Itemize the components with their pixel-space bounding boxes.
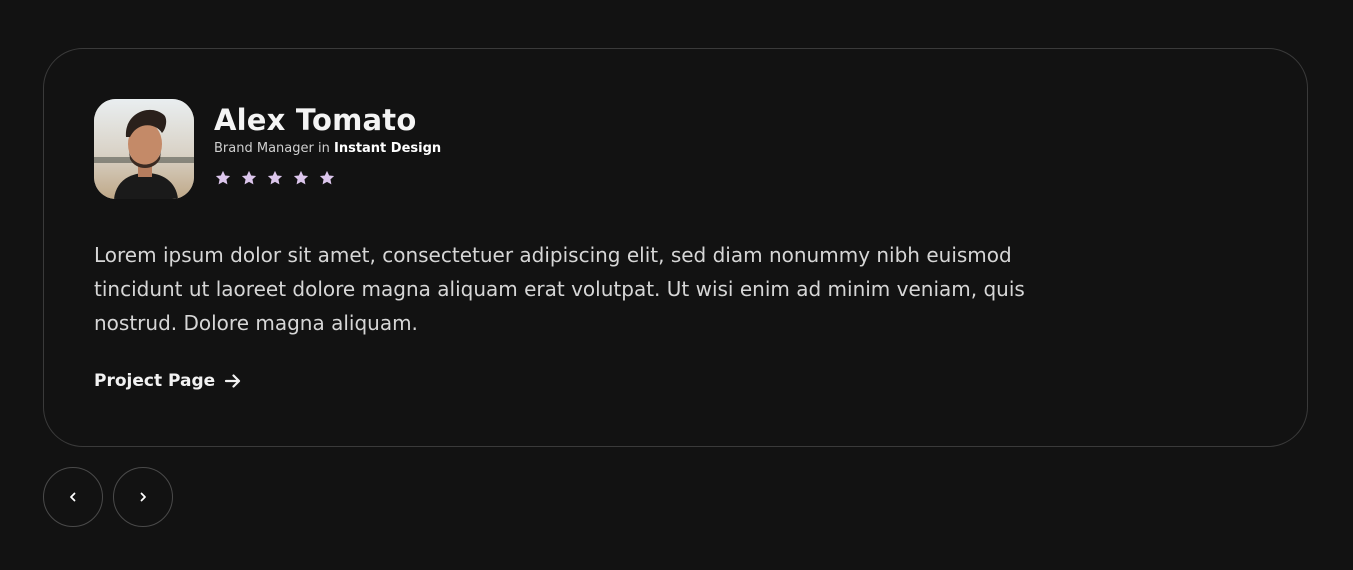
project-page-link[interactable]: Project Page — [94, 371, 243, 391]
previous-button[interactable] — [43, 467, 103, 527]
star-icon — [241, 170, 257, 185]
avatar-photo — [94, 99, 194, 199]
reviewer-name: Alex Tomato — [214, 103, 417, 137]
arrow-right-icon — [225, 374, 241, 388]
next-button[interactable] — [113, 467, 173, 527]
chevron-left-icon — [70, 492, 76, 502]
star-icon — [319, 170, 335, 185]
testimonial-card: Alex Tomato Brand Manager in Instant Des… — [43, 48, 1308, 447]
star-icon — [293, 170, 309, 185]
reviewer-role: Brand Manager in Instant Design — [214, 141, 441, 156]
project-page-label: Project Page — [94, 371, 216, 391]
role-connector: in — [317, 141, 330, 156]
testimonial-quote: Lorem ipsum dolor sit amet, consectetuer… — [94, 243, 1025, 335]
star-icon — [215, 170, 231, 185]
star-icon — [267, 170, 283, 185]
star-rating — [214, 169, 336, 187]
avatar — [94, 99, 194, 199]
role-title: Brand Manager — [214, 141, 314, 156]
company-name: Instant Design — [333, 141, 442, 156]
chevron-right-icon — [140, 492, 146, 502]
